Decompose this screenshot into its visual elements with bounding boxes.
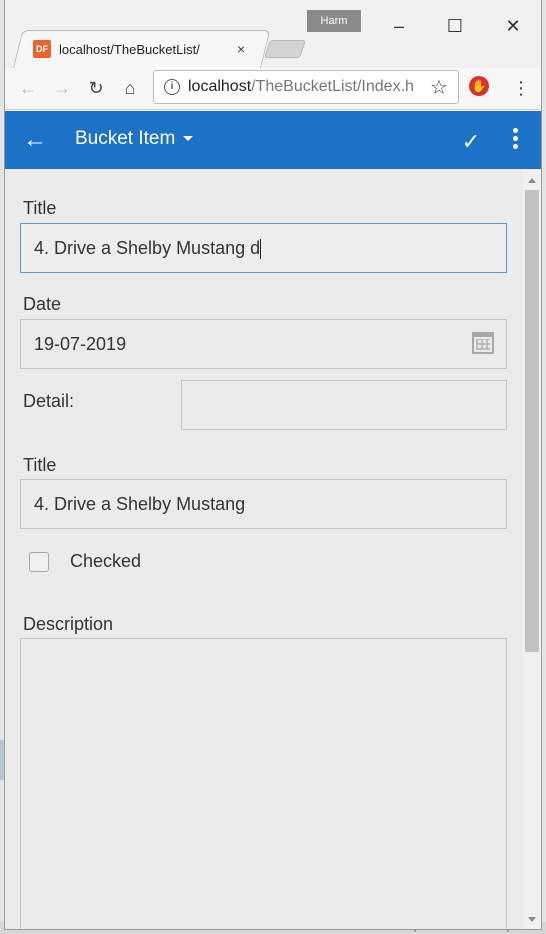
more-options-icon[interactable] [503,125,527,155]
reload-icon[interactable]: ↻ [85,76,107,100]
browser-menu-icon[interactable]: ⋮ [511,76,531,100]
browser-window: Harm – ☐ ✕ DF localhost/TheBucketList/ ×… [4,0,542,930]
title-label: Title [23,198,57,218]
description-textarea[interactable] [20,638,507,929]
forward-nav-icon[interactable]: → [51,76,73,100]
browser-tab[interactable]: DF localhost/TheBucketList/ × [33,37,257,61]
description-label: Description [23,614,114,634]
date-input-value: 19-07-2019 [34,334,127,354]
detail-input[interactable] [181,380,507,430]
info-icon[interactable]: i [164,79,180,95]
bookmark-star-icon[interactable]: ☆ [430,75,448,100]
checked-label: Checked [70,551,142,571]
browser-titlebar: Harm – ☐ ✕ DF localhost/TheBucketList/ × [5,0,541,68]
url-path: /TheBucketList/Index.h [251,78,414,95]
browser-toolbar: ← → ↻ ⌂ i localhost/TheBucketList/Index.… [5,68,541,110]
address-bar[interactable]: i localhost/TheBucketList/Index.h ☆ [153,70,459,104]
title2-input[interactable]: 4. Drive a Shelby Mustang [20,479,507,529]
extension-icon[interactable]: ✋ [469,76,491,100]
app-title: Bucket Item [75,128,176,149]
text-cursor [260,239,262,260]
scroll-thumb[interactable] [525,190,539,652]
home-icon[interactable]: ⌂ [119,76,141,100]
tab-title: localhost/TheBucketList/ [59,41,200,57]
checked-checkbox[interactable] [29,552,49,572]
site-favicon-icon: DF [33,40,51,58]
url-text: localhost/TheBucketList/Index.h [188,78,424,96]
title-input-value: 4. Drive a Shelby Mustang d [34,238,261,258]
vertical-scrollbar[interactable] [523,169,541,929]
app-title-dropdown[interactable]: Bucket Item [75,128,194,150]
form-content: Title 4. Drive a Shelby Mustang d Date 1… [5,169,523,929]
back-nav-icon[interactable]: ← [17,76,39,100]
profile-badge[interactable]: Harm [307,10,361,32]
caret-down-icon [183,136,194,142]
close-window-button[interactable]: ✕ [501,14,525,38]
save-check-icon[interactable]: ✓ [457,129,485,155]
title-input[interactable]: 4. Drive a Shelby Mustang d [20,223,507,273]
title2-label: Title [23,455,57,475]
scroll-up-arrow-icon[interactable] [528,178,536,183]
title2-input-value: 4. Drive a Shelby Mustang [34,494,246,514]
scroll-down-arrow-icon[interactable] [528,917,536,922]
back-arrow-icon[interactable]: ← [19,125,51,155]
tab-close-icon[interactable]: × [237,41,245,57]
calendar-icon[interactable] [472,332,494,354]
new-tab-button[interactable] [264,40,306,58]
url-host: localhost [188,78,252,95]
minimize-button[interactable]: – [387,14,411,38]
adblock-hand-icon: ✋ [469,76,489,96]
maximize-button[interactable]: ☐ [443,14,467,38]
app-bar: ← Bucket Item ✓ [5,111,541,169]
detail-label: Detail: [23,391,75,411]
date-input[interactable]: 19-07-2019 [20,319,507,369]
date-label: Date [23,294,62,314]
